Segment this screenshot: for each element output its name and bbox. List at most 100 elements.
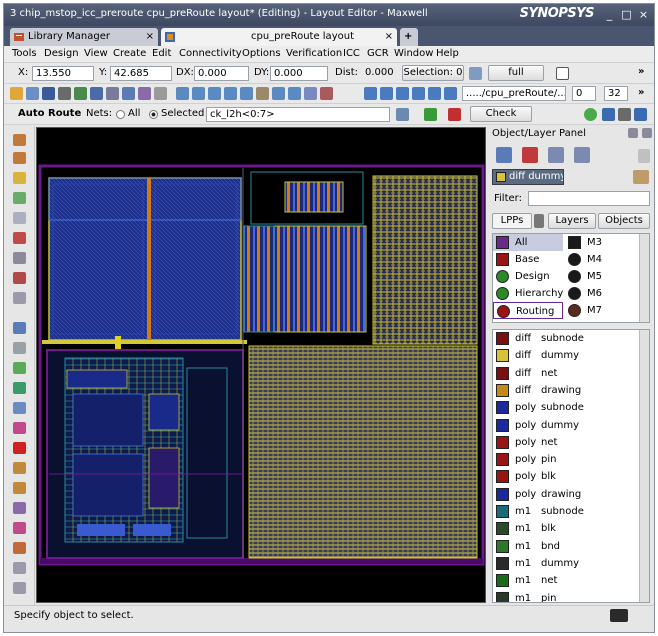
zoom-prev-icon[interactable]	[288, 87, 301, 100]
menu-view[interactable]: View	[84, 48, 108, 59]
dropdown-arrow-icon[interactable]	[618, 108, 631, 121]
group-all[interactable]: All	[493, 234, 563, 251]
top-icon[interactable]	[428, 87, 441, 100]
menu-icc[interactable]: ICC	[343, 48, 360, 59]
zoom-out-icon[interactable]	[192, 87, 205, 100]
route-stop-icon[interactable]	[448, 108, 461, 121]
layer-m6[interactable]: M6	[565, 285, 635, 302]
lpp-row[interactable]: poly subnode	[493, 399, 639, 416]
wire-tool-icon[interactable]	[13, 152, 26, 164]
lpp-row[interactable]: m1 blk	[493, 520, 639, 537]
lpp-row[interactable]: diff drawing	[493, 382, 639, 399]
zoom-select-icon[interactable]	[240, 87, 253, 100]
ruler-icon[interactable]	[304, 87, 317, 100]
lpp-row[interactable]: diff dummy	[493, 347, 639, 364]
new-tab-button[interactable]: +	[400, 28, 418, 46]
route-options-icon[interactable]	[634, 108, 647, 121]
flatten-icon[interactable]	[13, 522, 26, 534]
redraw-icon[interactable]	[272, 87, 285, 100]
split-icon[interactable]	[13, 502, 26, 514]
stretch-tool-icon[interactable]	[13, 342, 26, 354]
lpp-row[interactable]: m1 pin	[493, 590, 639, 602]
tab-library-manager[interactable]: Library Manager ×	[10, 28, 158, 46]
dx-field[interactable]: 0.000	[194, 66, 249, 81]
layer-tool-icon[interactable]	[633, 170, 649, 184]
lpp-row[interactable]: m1 bnd	[493, 538, 639, 555]
select-tool-icon[interactable]	[13, 322, 26, 334]
menu-create[interactable]: Create	[113, 48, 146, 59]
help-icon[interactable]	[584, 108, 597, 121]
select-mode-icon[interactable]	[469, 67, 482, 80]
active-layer-select[interactable]: diff dummy	[492, 169, 564, 185]
layout-canvas[interactable]	[36, 127, 486, 603]
filter-input[interactable]	[528, 191, 650, 206]
hide-all-icon[interactable]	[522, 147, 538, 163]
lpp-row[interactable]: diff subnode	[493, 330, 639, 347]
lpp-row[interactable]: poly blk	[493, 468, 639, 485]
lpp-row[interactable]: poly drawing	[493, 486, 639, 503]
merge-icon[interactable]	[13, 482, 26, 494]
edit-in-place-icon[interactable]	[396, 87, 409, 100]
via-tool-icon[interactable]	[13, 212, 26, 224]
layer-m4[interactable]: M4	[565, 251, 635, 268]
lpp-row[interactable]: m1 subnode	[493, 503, 639, 520]
menu-design[interactable]: Design	[44, 48, 79, 59]
more-icon[interactable]: »	[638, 66, 644, 77]
menu-edit[interactable]: Edit	[152, 48, 171, 59]
scroll-down-icon[interactable]	[13, 562, 26, 574]
hierarchy-icon[interactable]	[444, 87, 457, 100]
menu-options[interactable]: Options	[242, 48, 281, 59]
rectangle-tool-icon[interactable]	[13, 172, 26, 184]
float-panel-icon[interactable]	[628, 128, 638, 138]
deselect-all-icon[interactable]	[574, 147, 590, 163]
chevron-down-icon[interactable]	[534, 214, 544, 228]
lpp-row[interactable]: poly dummy	[493, 417, 639, 434]
dropdown-arrow-icon[interactable]	[58, 87, 71, 100]
check-button[interactable]: Check	[470, 106, 532, 122]
net-picker-icon[interactable]	[396, 108, 409, 121]
select-all-icon[interactable]	[548, 147, 564, 163]
close-icon[interactable]: ×	[385, 28, 393, 46]
expand-icon[interactable]	[13, 582, 26, 594]
zoom-fit-icon[interactable]	[224, 87, 237, 100]
selection-count-button[interactable]: Selection: 0	[402, 65, 464, 81]
layer-m7[interactable]: M7	[565, 302, 635, 319]
maximize-button[interactable]: □	[620, 8, 633, 21]
descend-icon[interactable]	[364, 87, 377, 100]
close-panel-icon[interactable]	[642, 128, 652, 138]
tab-layers[interactable]: Layers	[548, 213, 596, 229]
console-icon[interactable]	[610, 609, 628, 622]
menu-window[interactable]: Window	[394, 48, 433, 59]
start-level-field[interactable]: 0	[572, 86, 596, 101]
panel-scroll-icon[interactable]	[638, 149, 650, 163]
group-design[interactable]: Design	[493, 268, 563, 285]
lpp-row[interactable]: diff net	[493, 365, 639, 382]
tab-lpps[interactable]: LPPs	[492, 213, 532, 229]
move-tool-icon[interactable]	[13, 362, 26, 374]
group-hierarchy[interactable]: Hierarchy	[493, 285, 563, 302]
route-settings-icon[interactable]	[602, 108, 615, 121]
layer-m3[interactable]: M3	[565, 234, 635, 251]
return-icon[interactable]	[412, 87, 425, 100]
polygon-tool-icon[interactable]	[13, 192, 26, 204]
menu-connectivity[interactable]: Connectivity	[179, 48, 242, 59]
lpp-row[interactable]: m1 net	[493, 572, 639, 589]
route-ok-icon[interactable]	[424, 108, 437, 121]
ruler-tool-icon[interactable]	[13, 292, 26, 304]
zoom-in-icon[interactable]	[176, 87, 189, 100]
minimize-button[interactable]: _	[603, 8, 616, 21]
array-tool-icon[interactable]	[13, 252, 26, 264]
y-field[interactable]: 42.685	[110, 66, 172, 81]
label-tool-icon[interactable]	[13, 272, 26, 284]
layer-m5[interactable]: M5	[565, 268, 635, 285]
menu-tools[interactable]: Tools	[12, 48, 37, 59]
open-icon[interactable]	[10, 87, 23, 100]
print-icon[interactable]	[90, 87, 103, 100]
lpp-row[interactable]: poly net	[493, 434, 639, 451]
menu-help[interactable]: Help	[436, 48, 459, 59]
ascend-icon[interactable]	[380, 87, 393, 100]
menu-verification[interactable]: Verification	[286, 48, 342, 59]
rotate-tool-icon[interactable]	[13, 402, 26, 414]
cut-icon[interactable]	[154, 87, 167, 100]
group-base[interactable]: Base	[493, 251, 563, 268]
